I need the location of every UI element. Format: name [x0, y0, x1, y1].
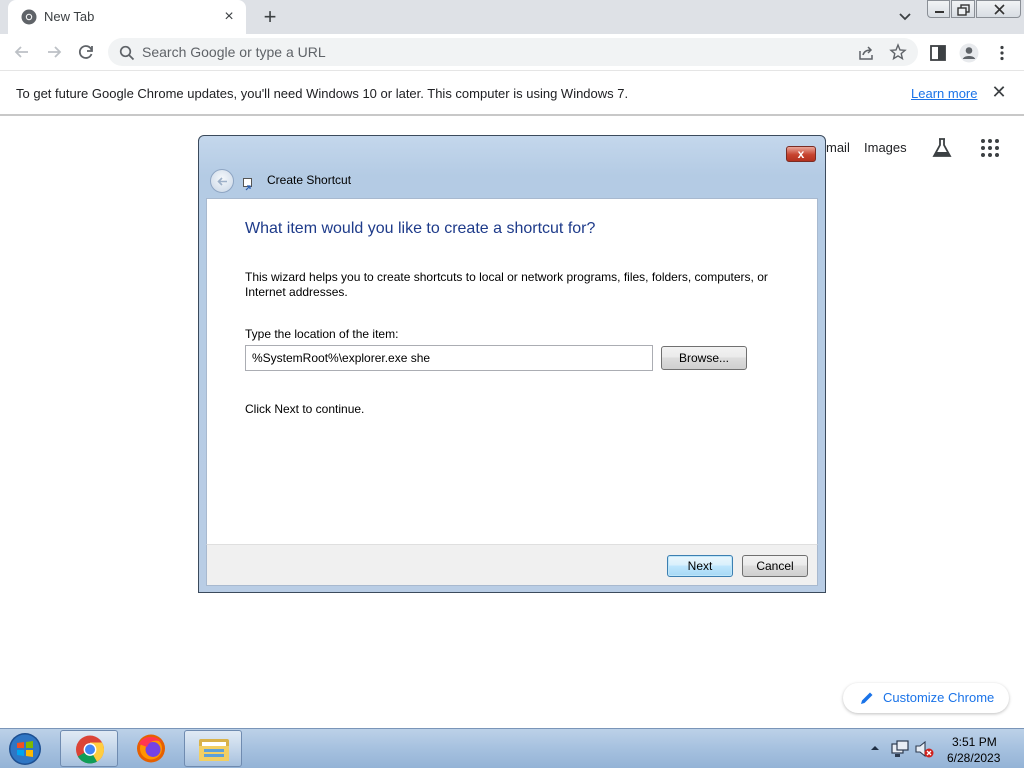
start-orb-icon[interactable]	[5, 731, 45, 767]
customize-chrome-label: Customize Chrome	[883, 690, 995, 705]
reload-icon[interactable]	[75, 41, 97, 63]
location-label: Type the location of the item:	[245, 327, 399, 341]
volume-muted-icon[interactable]	[914, 739, 934, 759]
omnibox-placeholder: Search Google or type a URL	[142, 44, 326, 60]
close-icon	[994, 4, 1005, 15]
gmail-link[interactable]: mail	[826, 140, 850, 155]
taskbar-chrome[interactable]	[60, 730, 118, 767]
tab-search-chevron-icon[interactable]	[895, 6, 915, 26]
create-shortcut-dialog: x Create Shortcut What item would you li…	[198, 135, 826, 593]
restore-icon	[957, 4, 970, 16]
minimize-button[interactable]	[927, 0, 950, 18]
firefox-logo-icon	[137, 734, 165, 763]
folder-icon	[199, 739, 229, 761]
tab-close-icon[interactable]: ×	[220, 8, 238, 26]
infobar-message: To get future Google Chrome updates, you…	[16, 86, 629, 101]
wizard-page: What item would you like to create a sho…	[206, 198, 818, 544]
shortcut-icon	[243, 178, 252, 191]
tab-strip: New Tab × +	[0, 0, 1024, 34]
close-window-button[interactable]	[976, 0, 1021, 18]
restore-button[interactable]	[951, 0, 975, 18]
infobar-close-icon[interactable]: ✕	[990, 82, 1008, 102]
share-icon[interactable]	[857, 44, 875, 62]
browse-button[interactable]: Browse...	[661, 346, 747, 370]
show-hidden-icons-icon[interactable]	[870, 743, 880, 753]
taskbar-firefox[interactable]	[122, 730, 180, 767]
taskbar-windows-explorer[interactable]	[184, 730, 242, 767]
location-input[interactable]	[245, 345, 653, 371]
back-arrow-icon	[217, 177, 227, 186]
pencil-icon	[861, 692, 873, 704]
clock-time[interactable]: 3:51 PM	[952, 735, 997, 749]
labs-flask-icon[interactable]	[930, 136, 954, 160]
dialog-title: Create Shortcut	[267, 173, 352, 187]
dialog-close-button[interactable]: x	[786, 146, 816, 162]
chrome-icon	[21, 9, 37, 25]
cancel-button[interactable]: Cancel	[742, 555, 808, 577]
wizard-back-button[interactable]	[210, 169, 234, 193]
omnibox[interactable]: Search Google or type a URL	[108, 38, 918, 66]
chrome-logo-icon	[76, 735, 104, 764]
next-button[interactable]: Next	[667, 555, 733, 577]
network-icon[interactable]	[890, 739, 910, 759]
clock-date[interactable]: 6/28/2023	[947, 751, 1000, 765]
forward-arrow-icon[interactable]	[43, 41, 65, 63]
tab-title: New Tab	[44, 9, 95, 24]
profile-avatar-icon[interactable]	[959, 43, 979, 63]
side-panel-icon[interactable]	[928, 43, 948, 63]
wizard-description: This wizard helps you to create shortcut…	[245, 270, 768, 299]
bookmark-star-icon[interactable]	[889, 43, 907, 61]
tab-new-tab[interactable]: New Tab ×	[8, 0, 246, 34]
minimize-icon	[935, 11, 944, 13]
continue-text: Click Next to continue.	[245, 402, 365, 416]
customize-chrome-button[interactable]: Customize Chrome	[843, 683, 1009, 713]
update-infobar: To get future Google Chrome updates, you…	[0, 71, 1024, 116]
back-arrow-icon[interactable]	[11, 41, 33, 63]
browser-toolbar: Search Google or type a URL	[0, 34, 1024, 71]
wizard-footer: Next Cancel	[206, 544, 818, 586]
window-controls	[927, 0, 1021, 18]
system-tray	[868, 729, 1024, 768]
wizard-heading: What item would you like to create a sho…	[245, 220, 596, 237]
google-apps-icon[interactable]	[980, 138, 1000, 158]
search-icon	[119, 45, 135, 61]
new-tab-button[interactable]: +	[258, 5, 282, 29]
taskbar: 3:51 PM 6/28/2023	[0, 728, 1024, 768]
images-link[interactable]: Images	[864, 140, 907, 155]
learn-more-link[interactable]: Learn more	[911, 86, 977, 101]
menu-kebab-icon[interactable]	[992, 43, 1012, 63]
